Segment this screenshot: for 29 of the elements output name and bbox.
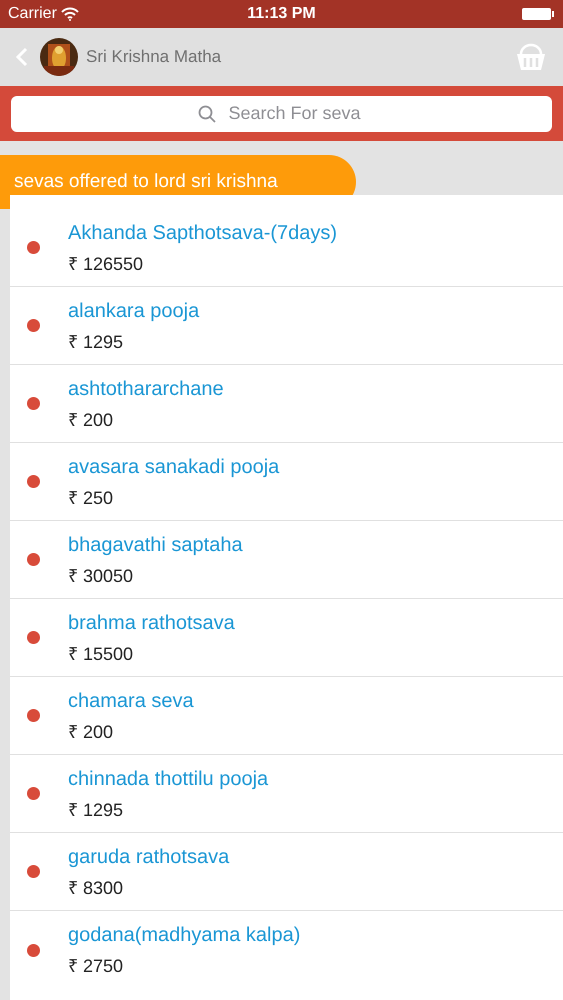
seva-name[interactable]: avasara sanakadi pooja	[68, 452, 280, 482]
seva-price: ₹ 15500	[68, 642, 134, 666]
search-field[interactable]: Search For seva	[11, 96, 552, 132]
battery-icon	[521, 7, 556, 21]
seva-price: ₹ 2750	[68, 955, 124, 978]
seva-name[interactable]: chamara seva	[68, 686, 194, 716]
seva-name[interactable]: garuda rathotsava	[68, 842, 230, 872]
seva-price: ₹ 200	[68, 720, 114, 744]
seva-price: ₹ 126550	[68, 252, 144, 276]
seva-name[interactable]: alankara pooja	[68, 296, 200, 326]
seva-price: ₹ 200	[68, 408, 114, 432]
wifi-icon	[60, 7, 79, 21]
seva-name[interactable]: ashtothararchane	[68, 374, 224, 404]
seva-price: ₹ 250	[68, 486, 114, 510]
seva-price: ₹ 30050	[68, 564, 134, 588]
seva-price: ₹ 1295	[68, 798, 124, 822]
seva-price: ₹ 1295	[68, 330, 124, 354]
seva-name[interactable]: Akhanda Sapthotsava-(7days)	[68, 218, 338, 248]
nav-title: Sri Krishna Matha	[86, 46, 222, 68]
seva-name[interactable]: chinnada thottilu pooja	[68, 764, 268, 794]
search-icon	[198, 104, 216, 122]
basket-icon[interactable]	[515, 42, 547, 72]
seva-price: ₹ 8300	[68, 876, 124, 900]
back-icon[interactable]	[16, 47, 28, 67]
clock-time: 11:13 PM	[247, 4, 316, 24]
seva-name[interactable]: bhagavathi saptaha	[68, 530, 243, 560]
seva-name[interactable]: brahma rathotsava	[68, 608, 235, 638]
seva-name[interactable]: godana(madhyama kalpa)	[68, 920, 300, 950]
carrier-label: Carrier	[8, 4, 57, 24]
